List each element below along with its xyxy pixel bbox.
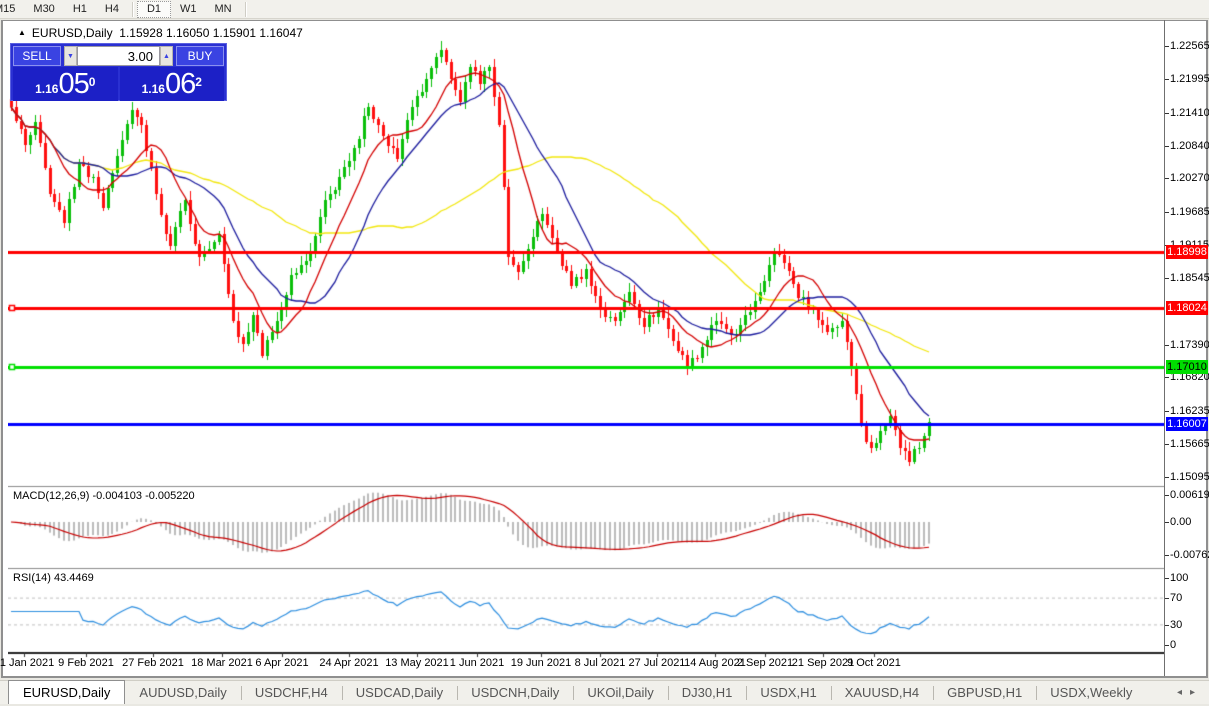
buy-price-prefix: 1.16 (142, 79, 165, 99)
timeframe-toolbar: M15M30H1H4 D1W1MN (0, 0, 1209, 19)
chart-tab-ukoil-daily[interactable]: UKOil,Daily (573, 682, 667, 704)
tab-scroll-right-icon[interactable]: ▸ (1190, 687, 1203, 698)
chart-tab-eurusd-daily[interactable]: EURUSD,Daily (8, 680, 125, 704)
volume-input[interactable]: 3.00 (77, 46, 160, 66)
one-click-trade-panel: SELL ▼ 3.00 ▲ BUY 1.16 05 0 1.16 06 2 (10, 43, 227, 101)
toolbar-separator (132, 2, 133, 17)
timeframe-button-m15[interactable]: M15 (0, 1, 24, 18)
date-label: 9 Oct 2021 (829, 657, 919, 669)
price-tick: 1.22565 (1170, 40, 1209, 52)
price-tick: 1.19685 (1170, 206, 1209, 218)
price-tick: 1.17390 (1170, 339, 1209, 351)
rsi-indicator-label: RSI(14) 43.4469 (13, 572, 94, 584)
buy-price-display[interactable]: 1.16 06 2 (120, 67, 225, 101)
chart-title: ▲ EURUSD,Daily 1.15928 1.16050 1.15901 1.… (18, 26, 303, 40)
timeframe-button-w1[interactable]: W1 (171, 1, 206, 18)
timeframe-button-m30[interactable]: M30 (24, 1, 63, 18)
sell-button[interactable]: SELL (13, 46, 61, 66)
rsi-axis-tick: 100 (1170, 572, 1209, 584)
chart-ohlc-values: 1.15928 1.16050 1.15901 1.16047 (119, 26, 303, 40)
chart-tab-bar: EURUSD,DailyAUDUSD,DailyUSDCHF,H4USDCAD,… (0, 680, 1209, 704)
macd-axis-tick: -0.00762 (1170, 549, 1209, 561)
price-level-badge: 1.18024 (1166, 301, 1208, 315)
timeframe-button-h1[interactable]: H1 (64, 1, 96, 18)
chart-tab-audusd-daily[interactable]: AUDUSD,Daily (125, 682, 240, 704)
price-tick: 1.21410 (1170, 107, 1209, 119)
symbol-marker-icon: ▲ (18, 28, 26, 37)
buy-price-big: 06 (165, 70, 195, 99)
macd-axis-tick: 0.006193 (1170, 489, 1209, 501)
rsi-axis-tick: 30 (1170, 619, 1209, 631)
sell-price-big: 05 (58, 70, 88, 99)
price-level-badge: 1.18998 (1166, 245, 1208, 259)
timeframe-button-h4[interactable]: H4 (96, 1, 128, 18)
volume-decrease-button[interactable]: ▼ (64, 46, 77, 66)
macd-axis-tick: 0.00 (1170, 516, 1209, 528)
chart-tab-usdcnh-daily[interactable]: USDCNH,Daily (457, 682, 573, 704)
toolbar-separator (245, 2, 246, 17)
tab-scroll-arrows: ◂▸ (1177, 687, 1203, 698)
chart-canvas[interactable] (8, 22, 1164, 674)
chart-tab-usdx-weekly[interactable]: USDX,Weekly (1036, 682, 1146, 704)
chart-tab-usdcad-daily[interactable]: USDCAD,Daily (342, 682, 457, 704)
rsi-axis-tick: 70 (1170, 592, 1209, 604)
buy-button[interactable]: BUY (176, 46, 224, 66)
chart-tab-usdx-h1[interactable]: USDX,H1 (746, 682, 830, 704)
price-tick: 1.15665 (1170, 438, 1209, 450)
macd-indicator-label: MACD(12,26,9) -0.004103 -0.005220 (13, 490, 195, 502)
timeframe-button-d1[interactable]: D1 (137, 1, 171, 18)
chart-tab-gbpusd-h1[interactable]: GBPUSD,H1 (933, 682, 1036, 704)
buy-price-sup: 2 (195, 69, 202, 95)
price-tick: 1.21995 (1170, 73, 1209, 85)
price-tick: 1.20270 (1170, 172, 1209, 184)
price-tick: 1.18545 (1170, 272, 1209, 284)
timeframe-button-mn[interactable]: MN (206, 1, 241, 18)
sell-price-sup: 0 (89, 69, 96, 95)
price-level-badge: 1.16007 (1166, 417, 1208, 431)
tab-scroll-left-icon[interactable]: ◂ (1177, 687, 1190, 698)
sell-price-prefix: 1.16 (35, 79, 58, 99)
rsi-axis-tick: 0 (1170, 639, 1209, 651)
price-tick: 1.15095 (1170, 471, 1209, 483)
chart-tab-dj30-h1[interactable]: DJ30,H1 (668, 682, 747, 704)
price-tick: 1.16235 (1170, 405, 1209, 417)
price-tick: 1.20840 (1170, 140, 1209, 152)
chart-tab-xauusd-h4[interactable]: XAUUSD,H4 (831, 682, 933, 704)
price-level-badge: 1.17010 (1166, 360, 1208, 374)
volume-increase-button[interactable]: ▲ (160, 46, 173, 66)
chart-symbol-label: EURUSD,Daily (32, 26, 113, 40)
sell-price-display[interactable]: 1.16 05 0 (13, 67, 118, 101)
chart-tab-usdchf-h4[interactable]: USDCHF,H4 (241, 682, 342, 704)
application-window: M15M30H1H4 D1W1MN ▲ EURUSD,Daily 1.15928 1… (0, 0, 1209, 706)
